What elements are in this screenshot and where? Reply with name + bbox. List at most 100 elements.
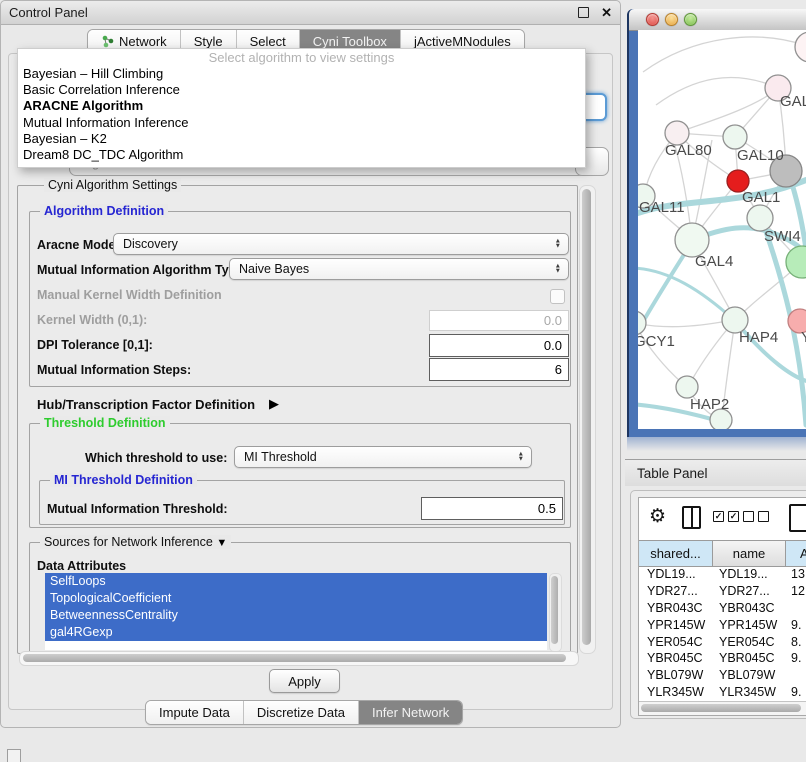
- table-row[interactable]: YBR043CYBR043C: [639, 600, 806, 617]
- application-background: Control Panel ✕ Network Style Select Cyn…: [0, 0, 806, 762]
- zoom-window-icon[interactable]: [684, 13, 697, 26]
- show-columns-icon[interactable]: [682, 506, 701, 529]
- table-header-row: shared... name A: [639, 540, 806, 567]
- attribute-item[interactable]: BetweennessCentrality: [45, 607, 547, 624]
- column-header-shared-name[interactable]: shared...: [639, 541, 713, 566]
- minimize-window-icon[interactable]: [665, 13, 678, 26]
- collapse-down-icon[interactable]: ▼: [216, 537, 227, 549]
- unchecked-box-icon: [758, 511, 769, 522]
- expand-right-icon[interactable]: ▶: [269, 396, 279, 412]
- hub-definition-label: Hub/Transcription Factor Definition: [37, 397, 255, 412]
- apply-button[interactable]: Apply: [269, 669, 340, 693]
- settings-horizontal-scrollbar[interactable]: [19, 651, 579, 666]
- data-attributes-label: Data Attributes: [37, 559, 126, 573]
- algorithm-option[interactable]: Basic Correlation Inference: [18, 82, 585, 98]
- mi-steps-label: Mutual Information Steps:: [37, 363, 191, 377]
- algorithm-option[interactable]: Bayesian – K2: [18, 131, 585, 147]
- network-canvas[interactable]: GAL GAL80 GAL10 GAL1 GAL11 SWI4 GAL4 GCY…: [638, 30, 806, 429]
- aracne-mode-select[interactable]: Discovery ▲▼: [113, 233, 569, 255]
- checked-box-icon: ✓: [728, 511, 739, 522]
- attribute-item[interactable]: SelfLoops: [45, 573, 547, 590]
- algorithm-option-selected[interactable]: ARACNE Algorithm: [18, 98, 585, 114]
- control-panel-title: Control Panel: [9, 5, 88, 20]
- algorithm-option[interactable]: Mutual Information Inference: [18, 115, 585, 131]
- export-table-icon[interactable]: [789, 504, 806, 532]
- window-traffic-lights: [646, 13, 697, 26]
- label-hap4: HAP4: [739, 329, 778, 346]
- unchecked-box-icon: [743, 511, 754, 522]
- which-threshold-label: Which threshold to use:: [85, 451, 227, 465]
- column-header-partial[interactable]: A: [786, 541, 806, 566]
- node-hap2[interactable]: [676, 376, 698, 398]
- stepper-icon: ▲▼: [555, 264, 561, 273]
- aracne-mode-label: Aracne Mode:: [37, 238, 120, 252]
- table-row[interactable]: YBL079WYBL079W: [639, 667, 806, 684]
- sources-group-title: Sources for Network Inference ▼: [40, 535, 231, 549]
- bottom-tabbar: Impute Data Discretize Data Infer Networ…: [145, 700, 463, 725]
- unselect-all-columns-icon[interactable]: [743, 511, 769, 522]
- label-gal10: GAL10: [737, 147, 784, 164]
- network-tab-icon: [101, 35, 114, 48]
- label-gal1: GAL1: [742, 189, 780, 206]
- table-row[interactable]: YDL19...YDL19...13: [639, 566, 806, 583]
- algorithm-dropdown-placeholder: Select algorithm to view settings: [18, 49, 585, 66]
- which-threshold-select[interactable]: MI Threshold ▲▼: [234, 446, 532, 468]
- threshold-definition-title: Threshold Definition: [40, 416, 170, 430]
- label-gal4: GAL4: [695, 253, 733, 270]
- control-panel-titlebar: Control Panel ✕: [1, 1, 620, 25]
- manual-kernel-width-label: Manual Kernel Width Definition: [37, 288, 222, 302]
- network-view-window: GAL GAL80 GAL10 GAL1 GAL11 SWI4 GAL4 GCY…: [627, 9, 806, 437]
- mi-algorithm-type-select[interactable]: Naive Bayes ▲▼: [229, 258, 569, 280]
- attributes-scrollbar[interactable]: [549, 573, 562, 652]
- tab-discretize-data[interactable]: Discretize Data: [243, 701, 358, 724]
- dpi-tolerance-field[interactable]: 0.0: [429, 334, 569, 357]
- partial-corner-widget: [7, 749, 21, 762]
- table-settings-gear-icon[interactable]: ⚙: [649, 505, 666, 527]
- node-gal10[interactable]: [723, 125, 747, 149]
- close-window-icon[interactable]: [646, 13, 659, 26]
- stepper-icon: ▲▼: [555, 239, 561, 248]
- label-swi4: SWI4: [764, 228, 801, 245]
- label-gal80: GAL80: [665, 142, 712, 159]
- algorithm-option[interactable]: Dream8 DC_TDC Algorithm: [18, 147, 585, 163]
- control-panel-window: Control Panel ✕ Network Style Select Cyn…: [0, 0, 621, 728]
- label-gcy1: GCY1: [638, 333, 675, 350]
- tab-impute-data[interactable]: Impute Data: [146, 701, 243, 724]
- table-row[interactable]: YLR345WYLR345W9.: [639, 684, 806, 701]
- table-panel-title: Table Panel: [637, 466, 708, 481]
- mi-algorithm-type-label: Mutual Information Algorithm Type:: [37, 263, 247, 277]
- table-row[interactable]: YPR145WYPR145W9.: [639, 616, 806, 633]
- select-all-columns-icon[interactable]: ✓ ✓: [713, 511, 739, 522]
- column-header-name[interactable]: name: [713, 541, 786, 566]
- label-hap2: HAP2: [690, 396, 729, 413]
- float-window-icon[interactable]: [578, 7, 589, 18]
- table-horizontal-scrollbar[interactable]: [639, 701, 806, 715]
- table-row[interactable]: YBR045CYBR045C9.: [639, 650, 806, 667]
- node-partial-top[interactable]: [795, 32, 806, 62]
- kernel-width-label: Kernel Width (0,1):: [37, 313, 147, 327]
- table-panel: ⚙ ✓ ✓ shared... name A YDL19...YDL19...1…: [630, 490, 806, 719]
- attribute-item[interactable]: gal4RGexp: [45, 624, 547, 641]
- table-panel-titlebar: Table Panel: [625, 459, 806, 486]
- table-row[interactable]: YDR27...YDR27...12: [639, 583, 806, 600]
- table-row[interactable]: YER054CYER054C8.: [639, 633, 806, 650]
- close-icon[interactable]: ✕: [601, 5, 612, 21]
- tab-infer-network[interactable]: Infer Network: [358, 701, 462, 724]
- mi-threshold-field[interactable]: 0.5: [421, 497, 563, 520]
- label-gal-partial: GAL: [780, 93, 806, 110]
- mi-threshold-group-title: MI Threshold Definition: [50, 473, 197, 487]
- node-gcy1[interactable]: [638, 311, 646, 335]
- settings-vertical-scrollbar[interactable]: [579, 185, 596, 654]
- attribute-item[interactable]: TopologicalCoefficient: [45, 590, 547, 607]
- kernel-width-field[interactable]: 0.0: [429, 310, 569, 331]
- label-y-partial: Y: [801, 329, 806, 346]
- algorithm-option[interactable]: Bayesian – Hill Climbing: [18, 66, 585, 82]
- network-window-titlebar: [629, 9, 806, 31]
- node-gal4[interactable]: [675, 223, 709, 257]
- network-window-shadow: [627, 437, 806, 451]
- table-body: YDL19...YDL19...13 YDR27...YDR27...12 YB…: [639, 566, 806, 705]
- cyni-settings-title: Cyni Algorithm Settings: [44, 178, 181, 192]
- manual-kernel-width-checkbox[interactable]: [550, 289, 565, 304]
- mi-threshold-label: Mutual Information Threshold:: [47, 502, 228, 516]
- mi-steps-field[interactable]: 6: [429, 358, 569, 381]
